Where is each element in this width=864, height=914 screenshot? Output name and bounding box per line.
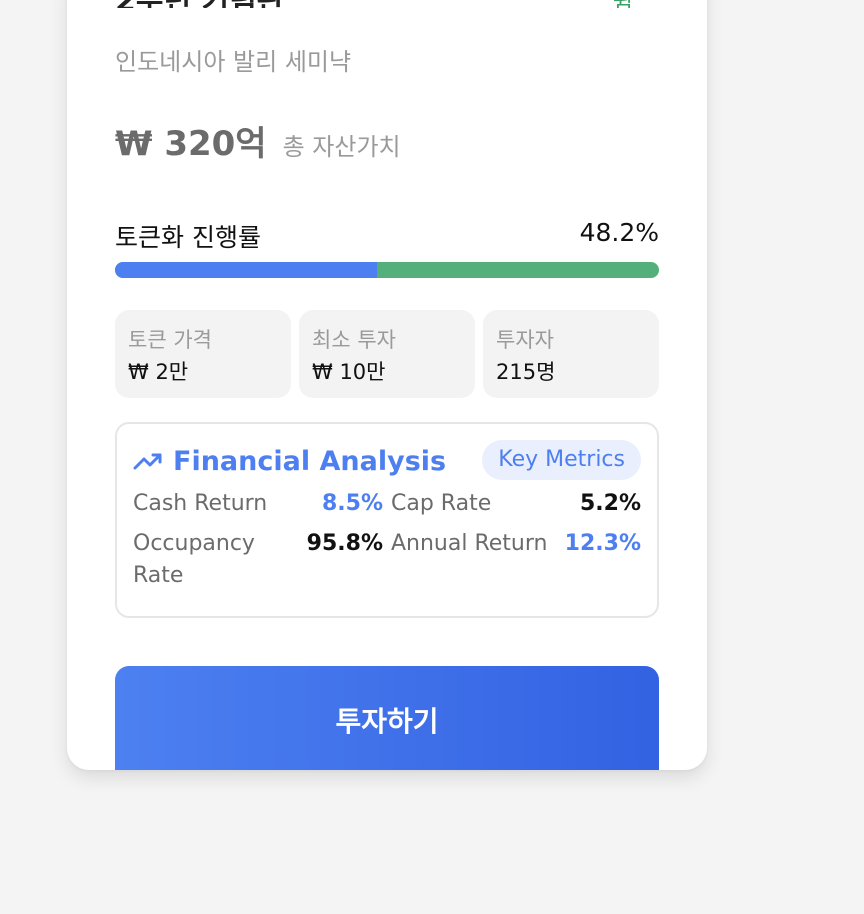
invest-button-label: 투자하기 — [335, 705, 439, 738]
property-card: 2주년 기념관 쉼 인도네시아 발리 세미냑 ₩ 320억 총 자산가치 토큰화… — [67, 0, 707, 770]
property-location: 인도네시아 발리 세미냑 — [115, 48, 352, 76]
progress-header: 토큰화 진행률 48.2% — [115, 218, 659, 252]
metric-value-cash-return: 8.5% — [321, 491, 383, 516]
metric-label-occupancy-rate: Occupancy Rate — [133, 531, 255, 588]
invest-button[interactable]: 투자하기 — [115, 666, 659, 770]
stats-row: 토큰 가격 ₩ 2만 최소 투자 ₩ 10만 투자자 215명 — [115, 310, 659, 398]
progress-bar — [115, 262, 659, 278]
financial-analysis-title: Financial Analysis — [173, 445, 447, 477]
metric-value-occupancy-rate: 95.8% — [306, 531, 383, 556]
stat-label: 최소 투자 — [312, 328, 396, 352]
metric-label-cash-return: Cash Return — [133, 491, 268, 516]
status-badge: 쉼 — [613, 0, 633, 8]
metric-value-cap-rate: 5.2% — [579, 491, 641, 516]
progress-bar-fill — [115, 262, 378, 278]
stat-value: 215명 — [496, 360, 556, 384]
total-value-label: 총 자산가치 — [282, 133, 401, 161]
metric-label-annual-return: Annual Return — [391, 531, 548, 556]
property-title: 2주년 기념관 — [115, 0, 284, 8]
metric-label-cap-rate: Cap Rate — [391, 491, 492, 516]
financial-analysis-header: Financial Analysis — [133, 444, 446, 478]
progress-percent: 48.2% — [579, 218, 659, 247]
stat-label: 토큰 가격 — [128, 328, 212, 352]
stat-min-investment: 최소 투자 ₩ 10만 — [299, 310, 475, 398]
stat-value: ₩ 2만 — [128, 360, 189, 384]
trending-up-icon — [133, 453, 162, 470]
metric-value-annual-return: 12.3% — [564, 531, 641, 556]
progress-label: 토큰화 진행률 — [115, 223, 261, 252]
stat-token-price: 토큰 가격 ₩ 2만 — [115, 310, 291, 398]
total-value-row: ₩ 320억 총 자산가치 — [115, 116, 659, 164]
stat-value: ₩ 10만 — [312, 360, 386, 384]
key-metrics-badge: Key Metrics — [482, 440, 641, 480]
total-value: ₩ 320억 — [115, 124, 267, 164]
financial-analysis-panel: Financial Analysis Key Metrics Cash Retu… — [115, 422, 659, 618]
stat-investors: 투자자 215명 — [483, 310, 659, 398]
stat-label: 투자자 — [496, 328, 554, 352]
property-title-row: 2주년 기념관 쉼 — [115, 0, 659, 8]
